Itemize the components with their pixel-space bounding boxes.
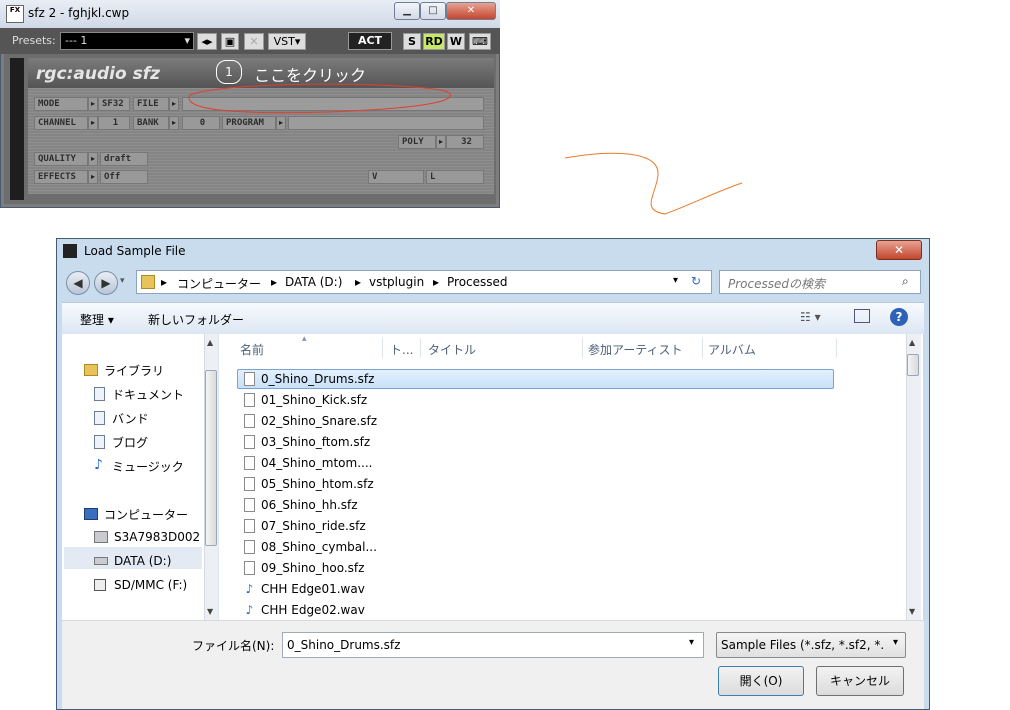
document-icon — [244, 414, 255, 428]
filename-input[interactable]: 0_Shino_Drums.sfz ▾ — [282, 632, 704, 658]
view-options-icon[interactable]: ☷ ▾ — [800, 310, 821, 324]
chevron-down-icon: ▾ — [893, 637, 899, 648]
breadcrumb-sep-icon: ▸ — [271, 275, 278, 289]
column-header-name[interactable]: 名前 — [240, 341, 264, 358]
nav-item-band[interactable]: バンド — [112, 410, 149, 427]
nav-item-sd-card[interactable]: SD/MMC (F:) — [114, 578, 187, 592]
nav-item-data-drive[interactable]: DATA (D:) — [114, 554, 171, 568]
blog-icon — [94, 435, 105, 449]
sd-card-icon — [94, 579, 106, 591]
file-item[interactable]: 09_Shino_hoo.sfz — [261, 561, 364, 575]
document-icon — [244, 372, 255, 386]
audio-file-icon: ♪ — [245, 582, 254, 596]
search-box[interactable]: Processedの検索 ⌕ — [719, 270, 921, 294]
search-icon[interactable]: ⌕ — [902, 274, 909, 289]
search-placeholder: Processedの検索 — [728, 277, 825, 291]
folder-icon — [141, 275, 155, 289]
command-bar: 整理 ▾ 新しいフォルダー ☷ ▾ ? — [62, 302, 924, 336]
filetype-select[interactable]: Sample Files (*.sfz, *.sf2, *. ▾ — [716, 632, 906, 658]
scroll-down-icon[interactable]: ▼ — [207, 607, 213, 616]
drive-c-icon — [94, 531, 108, 543]
preview-pane-icon[interactable] — [854, 309, 870, 323]
history-chevron-icon[interactable]: ▾ — [120, 276, 125, 286]
column-header-title[interactable]: タイトル — [428, 341, 476, 358]
file-item[interactable]: 03_Shino_ftom.sfz — [261, 435, 370, 449]
breadcrumb-data-drive[interactable]: DATA (D:) — [285, 275, 342, 289]
column-header-album[interactable]: アルバム — [708, 341, 756, 358]
annotation-arrow-curve — [564, 152, 743, 215]
sort-indicator-icon: ▴ — [302, 334, 307, 344]
forward-icon[interactable]: ▶ — [94, 271, 118, 295]
file-item[interactable]: 05_Shino_htom.sfz — [261, 477, 374, 491]
file-item[interactable]: 01_Shino_Kick.sfz — [261, 393, 367, 407]
document-icon — [244, 498, 255, 512]
music-icon: ♪ — [94, 457, 103, 473]
drive-icon — [94, 557, 108, 565]
open-button[interactable]: 開く(O) — [718, 666, 804, 696]
computer-icon — [84, 508, 98, 520]
band-icon — [94, 411, 105, 425]
column-header-track[interactable]: ト... — [390, 341, 413, 358]
scroll-down-icon[interactable]: ▼ — [909, 607, 915, 616]
file-item[interactable]: 06_Shino_hh.sfz — [261, 498, 358, 512]
file-item[interactable]: 02_Shino_Snare.sfz — [261, 414, 377, 428]
nav-item-library[interactable]: ライブラリ — [104, 362, 164, 379]
back-icon[interactable]: ◀ — [66, 271, 90, 295]
scroll-up-icon[interactable]: ▲ — [909, 338, 915, 347]
audio-file-icon: ♪ — [245, 603, 254, 617]
new-folder-button[interactable]: 新しいフォルダー — [148, 311, 244, 328]
breadcrumb-sep-icon: ▸ — [355, 275, 362, 289]
nav-item-documents[interactable]: ドキュメント — [112, 386, 184, 403]
nav-scroll-thumb[interactable] — [205, 370, 217, 546]
organize-button[interactable]: 整理 ▾ — [80, 311, 114, 328]
file-scroll-thumb[interactable] — [907, 354, 919, 376]
nav-item-blog[interactable]: ブログ — [112, 434, 148, 451]
breadcrumb-computer[interactable]: コンピューター — [177, 275, 261, 292]
cancel-button[interactable]: キャンセル — [816, 666, 904, 696]
filename-label: ファイル名(N): — [192, 639, 275, 653]
document-icon — [244, 540, 255, 554]
breadcrumb-vstplugin[interactable]: vstplugin — [369, 275, 424, 289]
chevron-down-icon[interactable]: ▾ — [689, 637, 694, 648]
annotation-oval-file — [188, 83, 451, 114]
file-item[interactable]: CHH Edge01.wav — [261, 582, 365, 596]
column-divider — [702, 338, 703, 358]
help-icon[interactable]: ? — [890, 308, 908, 326]
column-divider — [382, 338, 383, 358]
file-item[interactable]: 0_Shino_Drums.sfz — [261, 372, 374, 386]
document-icon — [244, 456, 255, 470]
document-icon — [244, 519, 255, 533]
address-bar[interactable]: ▸ コンピューター ▸ DATA (D:) ▸ vstplugin ▸ Proc… — [136, 270, 712, 294]
app-icon — [63, 244, 77, 258]
dialog-title: Load Sample File — [84, 244, 186, 258]
document-icon — [244, 393, 255, 407]
filename-value: 0_Shino_Drums.sfz — [287, 638, 401, 652]
dialog-close-button[interactable]: ✕ — [876, 240, 922, 260]
file-item[interactable]: 04_Shino_mtom.... — [261, 456, 372, 470]
scroll-up-icon[interactable]: ▲ — [207, 338, 213, 347]
breadcrumb-processed[interactable]: Processed — [447, 275, 508, 289]
file-item[interactable]: 08_Shino_cymbal... — [261, 540, 377, 554]
nav-item-system-drive[interactable]: S3A7983D002 ( — [114, 530, 209, 544]
filetype-value: Sample Files (*.sfz, *.sf2, *. — [721, 638, 885, 652]
document-icon — [244, 477, 255, 491]
breadcrumb-sep-icon: ▸ — [433, 275, 440, 289]
document-icon — [244, 561, 255, 575]
document-icon — [244, 435, 255, 449]
library-icon — [84, 364, 98, 376]
file-item[interactable]: 07_Shino_ride.sfz — [261, 519, 366, 533]
nav-item-computer[interactable]: コンピューター — [104, 506, 188, 523]
column-divider — [836, 338, 837, 358]
breadcrumb-sep-icon: ▸ — [161, 275, 168, 289]
nav-item-music[interactable]: ミュージック — [112, 458, 184, 475]
column-divider — [582, 338, 583, 358]
file-scrollbar[interactable] — [906, 334, 921, 620]
refresh-icon[interactable]: ↻ — [691, 274, 701, 288]
documents-icon — [94, 387, 105, 401]
file-item[interactable]: CHH Edge02.wav — [261, 603, 365, 617]
column-header-artist[interactable]: 参加アーティスト — [588, 341, 683, 358]
address-dropdown-icon[interactable]: ▾ — [673, 275, 678, 286]
column-divider — [420, 338, 421, 358]
